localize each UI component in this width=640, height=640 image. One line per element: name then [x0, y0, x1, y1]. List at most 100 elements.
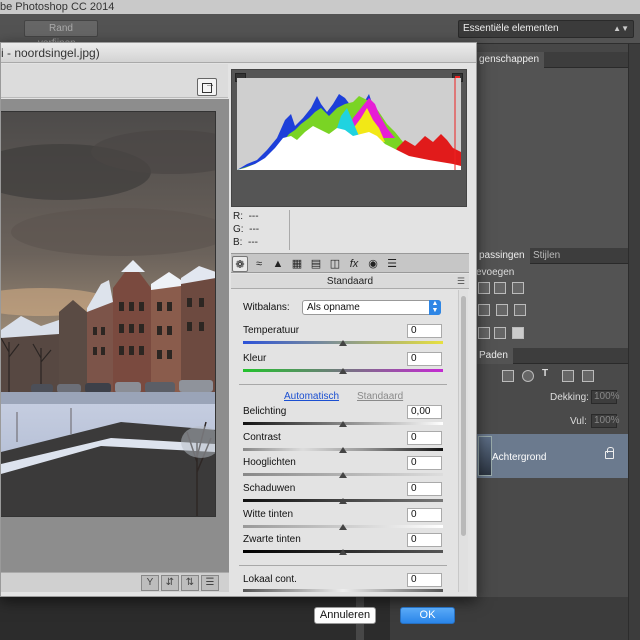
- panel-menu-icon[interactable]: ☰: [457, 274, 465, 289]
- filter-smart-icon[interactable]: [582, 370, 594, 382]
- opacity-field[interactable]: 100%: [591, 390, 620, 404]
- white-balance-value: Als opname: [307, 302, 360, 313]
- camera-calibration-icon[interactable]: ◉: [365, 256, 381, 272]
- lens-icon[interactable]: ◫: [327, 256, 343, 272]
- whites-thumb[interactable]: [339, 524, 347, 530]
- filter-adjust-icon[interactable]: [522, 370, 534, 382]
- presets-icon[interactable]: ☰: [384, 256, 400, 272]
- tone-curve-icon[interactable]: ≈: [251, 256, 267, 272]
- camera-raw-dialog: i - noordsingel.jpg) → Y ⇵ ⇅ ☰ R: --- G:…: [0, 42, 477, 624]
- hue-saturation-icon[interactable]: [496, 304, 508, 316]
- app-title: be Photoshop CC 2014: [0, 1, 115, 13]
- properties-panel: [474, 68, 628, 248]
- cancel-button[interactable]: Annuleren: [314, 607, 376, 624]
- split-toning-icon[interactable]: ▤: [308, 256, 324, 272]
- section-title-bar: Standaard ☰: [231, 274, 469, 289]
- fullscreen-toggle-icon[interactable]: [197, 78, 217, 96]
- refine-edge-button[interactable]: Rand verfijnen...: [24, 20, 98, 49]
- dialog-title-bar[interactable]: i - noordsingel.jpg): [1, 43, 476, 63]
- contrast-thumb[interactable]: [339, 447, 347, 453]
- shadows-thumb[interactable]: [339, 498, 347, 504]
- layers-panel: T Dekking: 100% Vul: 100%: [474, 364, 628, 597]
- tab-adjustments[interactable]: passingen: [474, 248, 530, 264]
- adjustments-panel: evoegen: [474, 264, 628, 348]
- highlights-thumb[interactable]: [339, 472, 347, 478]
- scrollbar-thumb[interactable]: [461, 296, 466, 536]
- invert-icon[interactable]: [478, 327, 490, 339]
- temperature-thumb[interactable]: [339, 340, 347, 346]
- whites-label: Witte tinten: [243, 509, 294, 520]
- brightness-adjust-icon[interactable]: [478, 282, 490, 294]
- swap-settings-icon[interactable]: ⇵: [161, 575, 179, 591]
- fx-icon[interactable]: fx: [346, 256, 362, 272]
- b-label: B:: [233, 237, 243, 248]
- gradient-map-icon[interactable]: [494, 327, 506, 339]
- basic-controls: Witbalans: Als opname ▲ ▼ Temperatuur 0 K…: [231, 290, 459, 592]
- tab-styles[interactable]: Stijlen: [528, 248, 565, 264]
- dialog-toolbar: [1, 64, 228, 98]
- contrast-value[interactable]: 0: [407, 431, 442, 445]
- temperature-label: Temperatuur: [243, 325, 300, 336]
- copy-settings-icon[interactable]: ⇅: [181, 575, 199, 591]
- preview-photo[interactable]: [1, 111, 216, 517]
- exposure-thumb[interactable]: [339, 421, 347, 427]
- r-value: ---: [248, 211, 259, 222]
- contrast-label: Contrast: [243, 432, 281, 443]
- filter-image-icon[interactable]: [502, 370, 514, 382]
- clarity-value[interactable]: 0: [407, 573, 442, 587]
- adjustments-add-label: evoegen: [476, 267, 515, 278]
- histogram-panel: [231, 69, 467, 207]
- tint-thumb[interactable]: [339, 368, 347, 374]
- histogram-graph: [237, 78, 461, 170]
- levels-adjust-icon[interactable]: [494, 282, 506, 294]
- opacity-label: Dekking:: [550, 392, 589, 403]
- temperature-value[interactable]: 0: [407, 324, 442, 338]
- color-balance-icon[interactable]: [478, 304, 490, 316]
- white-balance-select[interactable]: Als opname ▲ ▼: [302, 300, 441, 315]
- layer-name: Achtergrond: [492, 452, 547, 463]
- rgb-separator: [289, 210, 290, 250]
- filter-shape-icon[interactable]: [562, 370, 574, 382]
- detail-icon[interactable]: ▲: [270, 256, 286, 272]
- exposure-value[interactable]: 0,00: [407, 405, 442, 419]
- filter-type-icon[interactable]: T: [542, 368, 548, 379]
- preview-bottom-bar: Y ⇵ ⇅ ☰: [1, 572, 229, 592]
- exposure-label: Belichting: [243, 406, 287, 417]
- shadows-value[interactable]: 0: [407, 482, 442, 496]
- blacks-value[interactable]: 0: [407, 533, 442, 547]
- exposure-adjust-icon[interactable]: [512, 282, 524, 294]
- clarity-label: Lokaal cont.: [243, 574, 297, 585]
- highlights-value[interactable]: 0: [407, 456, 442, 470]
- auto-link[interactable]: Automatisch: [284, 391, 339, 402]
- adjustments-tabbar: passingen Stijlen: [474, 248, 628, 264]
- adjustment-tab-strip: ❁ ≈ ▲ ▦ ▤ ◫ fx ◉ ☰: [231, 253, 469, 273]
- b-value: ---: [248, 237, 259, 248]
- preview-prefs-icon[interactable]: ☰: [201, 575, 219, 591]
- tab-properties[interactable]: genschappen: [474, 52, 545, 68]
- g-value: ---: [249, 224, 260, 235]
- workspace-select[interactable]: Essentiële elementen ▲▼: [458, 20, 634, 38]
- app-title-bar: be Photoshop CC 2014: [0, 0, 640, 14]
- tint-value[interactable]: 0: [407, 352, 442, 366]
- image-preview-area: [1, 99, 229, 572]
- fill-field[interactable]: 100%: [591, 414, 620, 428]
- properties-tabbar: genschappen: [474, 52, 628, 68]
- tab-paths[interactable]: Paden: [474, 348, 513, 364]
- ok-button[interactable]: OK: [400, 607, 455, 624]
- collapsed-panel-strip: [628, 44, 640, 640]
- before-after-toggle-icon[interactable]: Y: [141, 575, 159, 591]
- hsl-icon[interactable]: ▦: [289, 256, 305, 272]
- workspace-select-value: Essentiële elementen: [463, 23, 559, 34]
- tint-label: Kleur: [243, 353, 267, 364]
- selective-color-icon[interactable]: [512, 327, 524, 339]
- layer-row-background[interactable]: Achtergrond: [474, 434, 628, 478]
- basic-icon[interactable]: ❁: [232, 256, 248, 272]
- rgb-readout: R: --- G: --- B: ---: [233, 210, 293, 252]
- select-stepper-icon: ▲ ▼: [429, 300, 441, 315]
- dialog-footer: Annuleren OK: [229, 592, 476, 638]
- blacks-thumb[interactable]: [339, 549, 347, 555]
- controls-scrollbar[interactable]: [458, 290, 468, 592]
- default-link[interactable]: Standaard: [357, 391, 403, 402]
- whites-value[interactable]: 0: [407, 508, 442, 522]
- channel-mixer-icon[interactable]: [514, 304, 526, 316]
